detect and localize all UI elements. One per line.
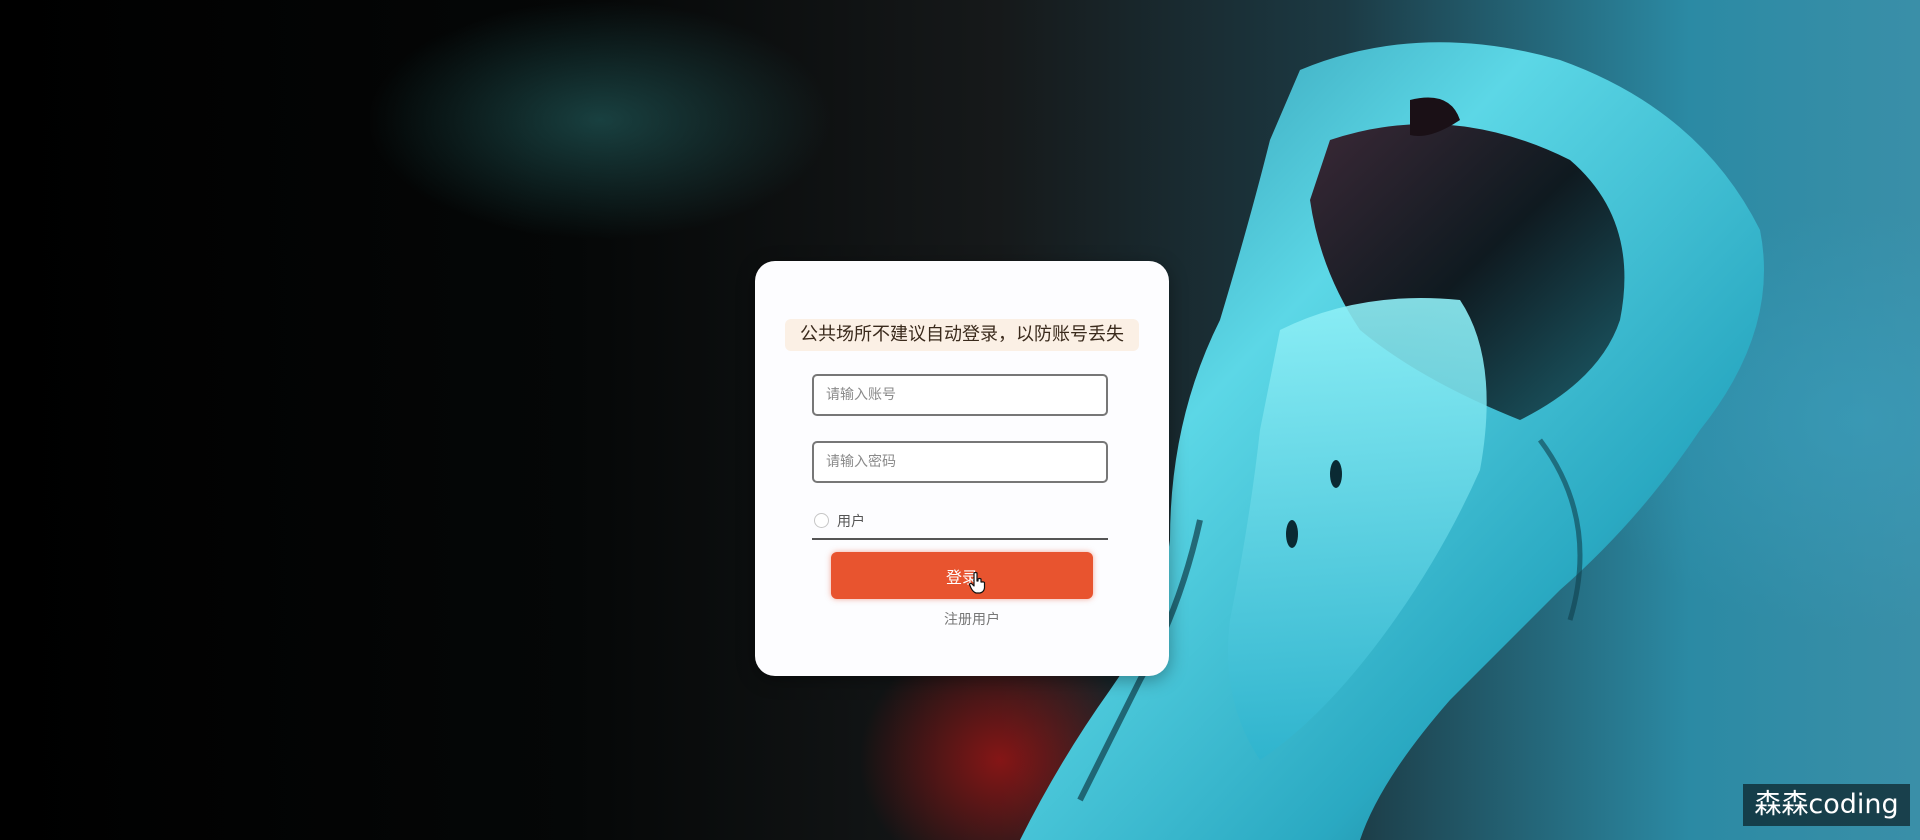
notice-banner: 公共场所不建议自动登录，以防账号丢失 [785,319,1139,351]
login-card: 公共场所不建议自动登录，以防账号丢失 用户 登录 注册用户 [755,261,1169,676]
password-input[interactable] [812,441,1108,483]
login-page: 公共场所不建议自动登录，以防账号丢失 用户 登录 注册用户 森森coding [0,0,1920,840]
watermark: 森森coding [1743,784,1910,826]
role-label-user[interactable]: 用户 [837,511,865,531]
account-input[interactable] [812,374,1108,416]
radio-icon[interactable] [814,513,829,528]
role-selector: 用户 [812,508,1108,540]
register-link[interactable]: 注册用户 [755,609,1169,629]
login-button[interactable]: 登录 [831,552,1093,599]
